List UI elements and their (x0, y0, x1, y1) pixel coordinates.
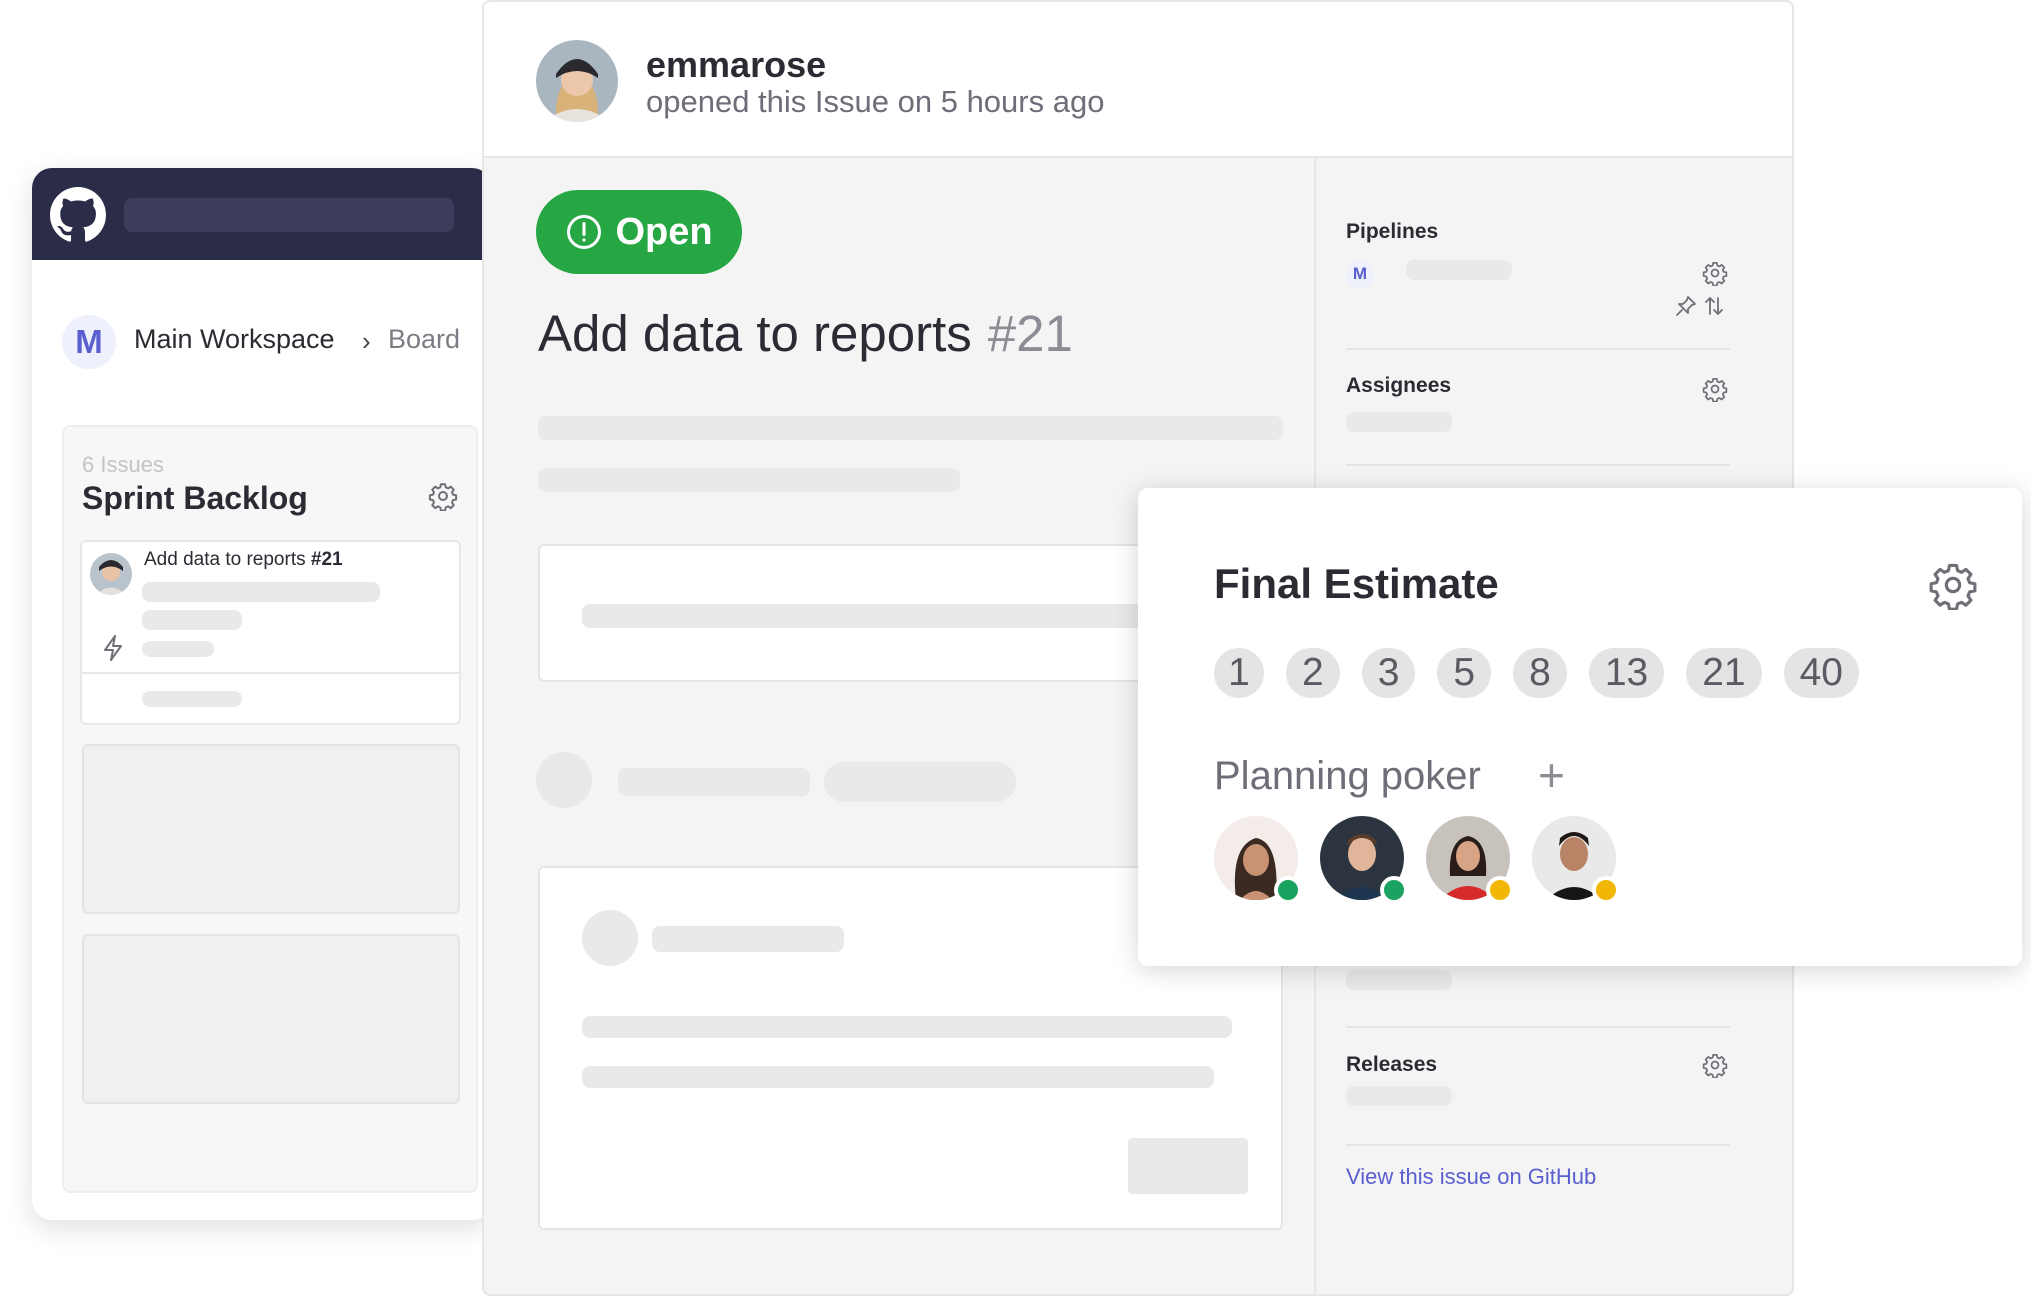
voter-status-dot (1380, 876, 1408, 904)
issue-card-title: Add data to reports #21 (144, 549, 343, 571)
skeleton-line (538, 416, 1283, 440)
breadcrumb-chevron-icon: › (362, 326, 371, 356)
pipeline-settings-gear-icon[interactable] (428, 481, 458, 511)
skeleton-line (1346, 412, 1452, 432)
author-avatar[interactable] (536, 40, 618, 122)
skeleton-line (142, 582, 380, 602)
breadcrumb-workspace[interactable]: Main Workspace (134, 324, 335, 355)
skeleton-line (142, 691, 242, 707)
placeholder-card (82, 744, 460, 914)
board-panel: M Main Workspace › Board 6 Issues Sprint… (32, 168, 492, 1220)
author-name[interactable]: emmarose (646, 44, 826, 86)
skeleton-line (1406, 260, 1512, 280)
skeleton-line (1346, 970, 1452, 990)
skeleton-pill (824, 762, 1016, 802)
placeholder-card (82, 934, 460, 1104)
skeleton-line (142, 610, 242, 630)
issue-number: #21 (987, 305, 1073, 362)
breadcrumb-board[interactable]: Board (388, 324, 460, 355)
estimate-option[interactable]: 40 (1783, 648, 1859, 698)
issue-title-text: Add data to reports (538, 305, 972, 362)
skeleton-line (582, 1016, 1232, 1038)
estimate-option[interactable]: 3 (1361, 648, 1416, 698)
releases-label: Releases (1346, 1053, 1438, 1076)
alert-circle-icon (567, 215, 602, 249)
estimate-title: Final Estimate (1214, 560, 1499, 607)
plus-icon[interactable]: + (1538, 748, 1565, 802)
skeleton-line (582, 1066, 1214, 1088)
releases-settings-gear-icon[interactable] (1702, 1052, 1728, 1078)
skeleton-line (538, 468, 960, 492)
skeleton-line (618, 768, 810, 796)
workspace-avatar[interactable]: M (62, 315, 116, 369)
skeleton-line (142, 641, 214, 657)
skeleton-avatar (582, 910, 638, 966)
estimate-option[interactable]: 13 (1588, 648, 1665, 698)
estimate-option[interactable]: 8 (1513, 648, 1567, 698)
pipeline-title: Sprint Backlog (82, 480, 308, 516)
issue-status-label: Open (615, 210, 713, 253)
pipeline-workspace-badge: M (1346, 260, 1374, 288)
voter-status-dot (1592, 876, 1620, 904)
estimate-settings-gear-icon[interactable] (1928, 560, 1978, 610)
skeleton-button (1128, 1138, 1248, 1194)
voter-status-dot (1486, 876, 1514, 904)
assignees-label: Assignees (1346, 374, 1452, 397)
pipelines-settings-gear-icon[interactable] (1702, 260, 1728, 286)
pipeline-issue-count: 6 Issues (82, 452, 164, 477)
poker-voter[interactable] (1532, 816, 1620, 904)
sidebar-rule (1346, 464, 1730, 466)
pipelines-label: Pipelines (1346, 220, 1439, 243)
skeleton-line (582, 604, 1232, 628)
estimate-option[interactable]: 2 (1286, 648, 1340, 698)
github-logo-icon[interactable] (50, 187, 106, 243)
issue-card-number: #21 (310, 549, 343, 570)
estimate-popover: Final Estimate 1 2 3 5 8 13 21 40 Planni… (1138, 488, 2022, 966)
card-assignee-avatar (90, 553, 132, 595)
issue-title: Add data to reports #21 (538, 304, 1073, 363)
estimate-option[interactable]: 5 (1437, 648, 1492, 698)
search-input[interactable] (124, 198, 454, 232)
poker-voter[interactable] (1426, 816, 1514, 904)
poker-voter[interactable] (1214, 816, 1302, 904)
assignees-settings-gear-icon[interactable] (1702, 376, 1728, 402)
estimate-option[interactable]: 21 (1686, 648, 1762, 698)
skeleton-line (652, 926, 844, 952)
skeleton-avatar (536, 752, 592, 808)
sidebar-rule (1346, 1026, 1730, 1028)
voter-status-dot (1274, 876, 1302, 904)
sidebar-rule (1346, 1144, 1730, 1146)
pin-icon[interactable] (1674, 294, 1698, 318)
estimate-option[interactable]: 1 (1214, 648, 1264, 698)
view-on-github-link[interactable]: View this issue on GitHub (1346, 1164, 1596, 1190)
lightning-bolt-icon (100, 634, 126, 662)
estimate-options: 1 2 3 5 8 13 21 40 (1214, 648, 1859, 698)
sidebar-rule (1346, 348, 1730, 350)
issue-header: emmarose opened this Issue on 5 hours ag… (484, 2, 1792, 158)
poker-voter[interactable] (1320, 816, 1408, 904)
issue-opened-meta: opened this Issue on 5 hours ago (646, 84, 1105, 119)
card-divider (80, 672, 461, 674)
skeleton-line (1346, 1086, 1452, 1106)
planning-poker-title: Planning poker (1214, 754, 1481, 798)
top-navigation-bar (32, 168, 492, 260)
issue-card-title-text: Add data to reports (144, 549, 306, 570)
sort-arrows-icon[interactable] (1702, 294, 1726, 318)
issue-status-badge: Open (536, 190, 742, 274)
